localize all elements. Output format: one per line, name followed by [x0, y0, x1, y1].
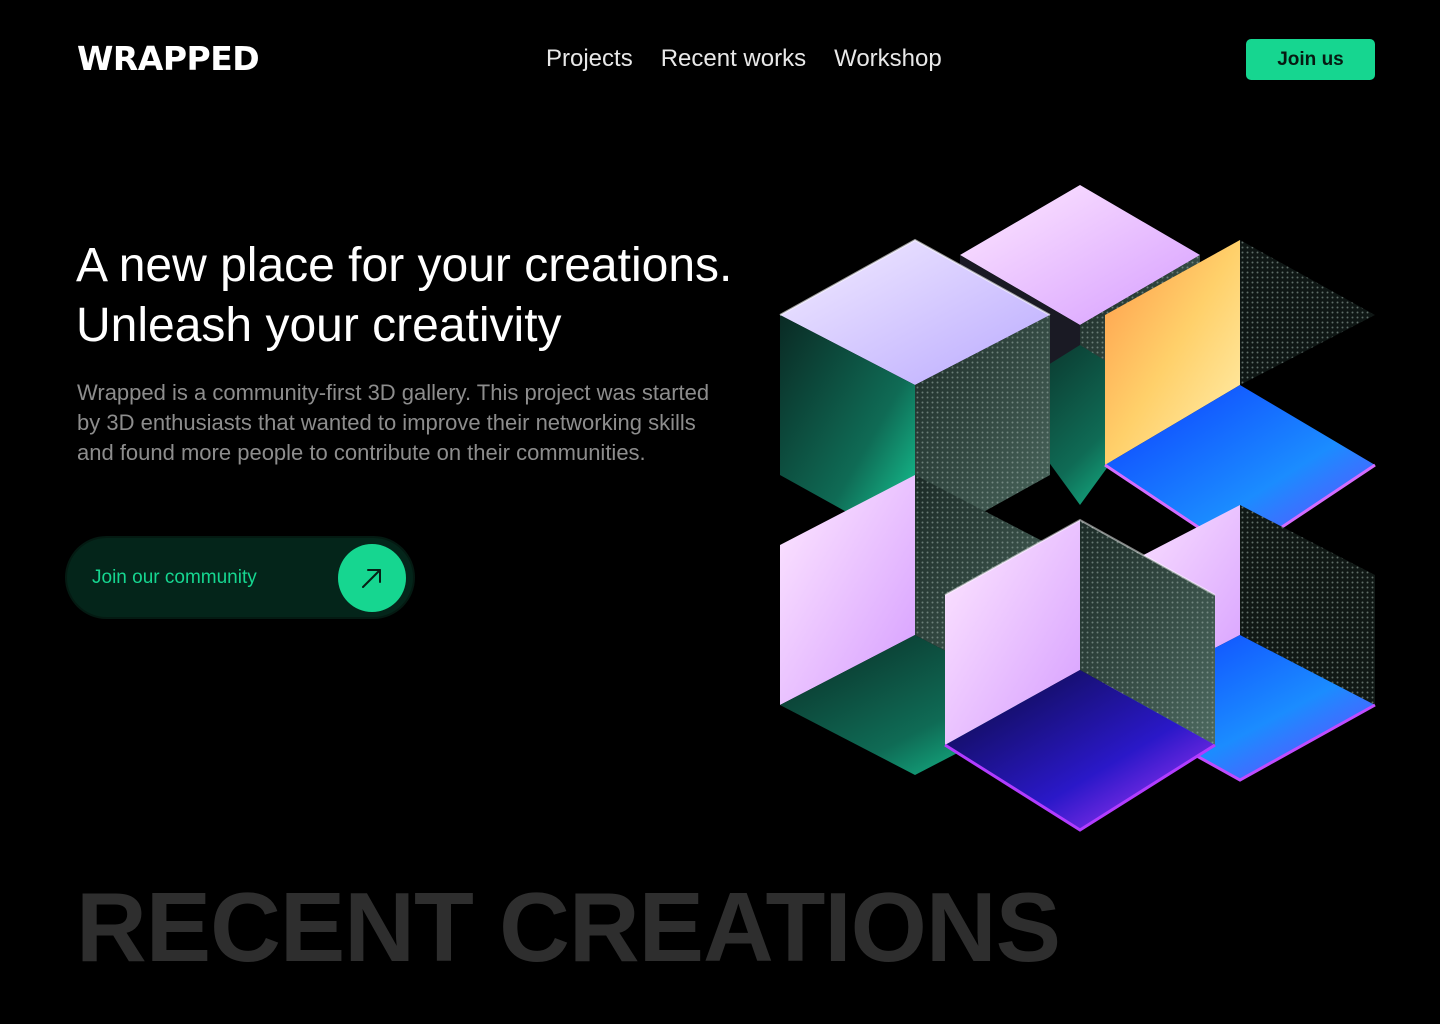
arrow-up-right-icon[interactable]	[338, 544, 406, 612]
nav-item-projects[interactable]: Projects	[546, 44, 633, 74]
nav-item-workshop[interactable]: Workshop	[834, 44, 942, 74]
hero-description: Wrapped is a community-first 3D gallery.…	[77, 380, 710, 465]
main-nav: Projects Recent works Workshop	[546, 44, 942, 74]
recent-creations-heading: RECENT CREATIONS	[76, 872, 1061, 982]
hero-title-line-2: Unleash your creativity	[76, 299, 562, 352]
join-us-button[interactable]: Join us	[1246, 39, 1375, 80]
logo[interactable]: WRAPPED	[77, 38, 260, 80]
join-community-label: Join our community	[92, 567, 257, 588]
cube-cluster-artwork	[779, 185, 1376, 832]
landing-page: WRAPPED Projects Recent works Workshop J…	[0, 0, 1440, 1024]
join-community-button[interactable]: Join our community	[67, 538, 413, 617]
hero-title-line-1: A new place for your creations.	[76, 239, 733, 292]
nav-item-recent-works[interactable]: Recent works	[661, 44, 806, 74]
hero-title: A new place for your creations. Unleash …	[76, 236, 776, 356]
